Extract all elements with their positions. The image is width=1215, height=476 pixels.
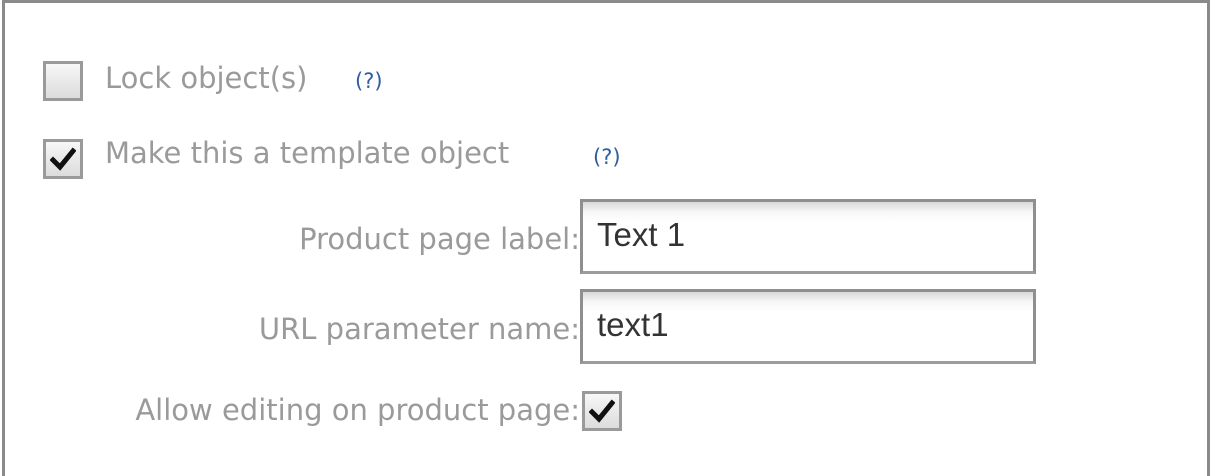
template-object-help-link[interactable]: (?): [593, 144, 621, 170]
allow-editing-checkbox[interactable]: [582, 391, 622, 431]
url-parameter-name-label: URL parameter name:: [258, 312, 580, 346]
checkmark-icon: [50, 147, 76, 171]
template-object-checkbox[interactable]: [43, 139, 83, 179]
lock-objects-checkbox[interactable]: [43, 61, 83, 101]
lock-objects-label: Lock object(s): [105, 61, 308, 95]
lock-objects-help-link[interactable]: (?): [355, 68, 383, 94]
product-page-label-input[interactable]: Text 1: [580, 199, 1036, 274]
checkmark-icon: [589, 399, 615, 423]
template-object-label: Make this a template object: [105, 136, 510, 170]
product-page-label-label: Product page label:: [299, 222, 580, 256]
url-parameter-name-input[interactable]: text1: [580, 289, 1036, 364]
allow-editing-label: Allow editing on product page:: [135, 393, 580, 427]
